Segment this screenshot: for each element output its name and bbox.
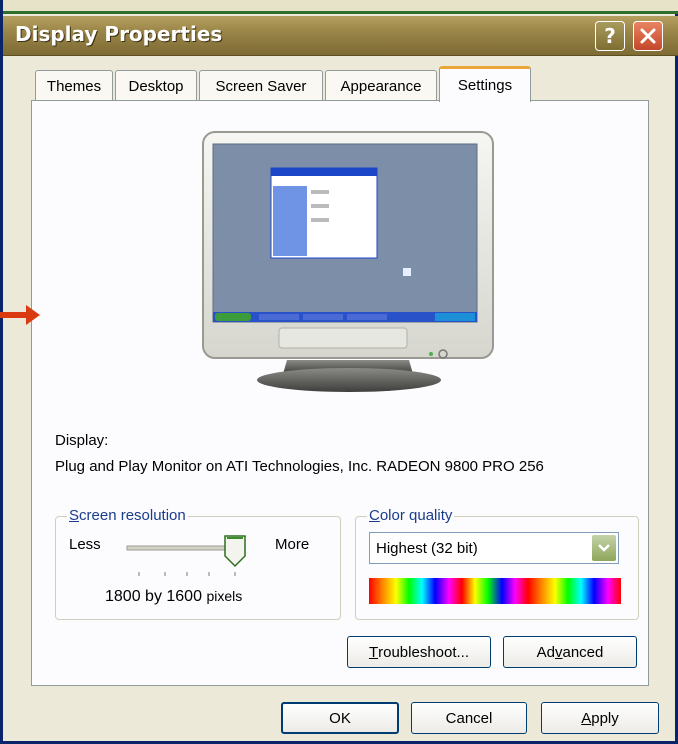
help-icon: ? bbox=[604, 24, 616, 48]
tab-appearance-label: Appearance bbox=[340, 78, 422, 95]
troubleshoot-hotkey: T bbox=[368, 643, 379, 661]
apply-button[interactable]: Apply bbox=[541, 702, 659, 734]
spectrum-swatch bbox=[567, 578, 581, 604]
cancel-button[interactable]: Cancel bbox=[411, 702, 527, 734]
spectrum-swatch bbox=[581, 578, 595, 604]
tab-screen-saver-label: Screen Saver bbox=[215, 78, 307, 95]
color-quality-selected: Highest (32 bit) bbox=[376, 540, 478, 557]
advanced-hotkey: v bbox=[554, 643, 563, 661]
advanced-label-start: Ad bbox=[536, 643, 555, 661]
spectrum-swatch bbox=[594, 578, 608, 604]
spectrum-swatch bbox=[607, 578, 621, 604]
spectrum-swatch bbox=[475, 578, 489, 604]
screen-resolution-title: Screen resolution bbox=[67, 507, 188, 524]
troubleshoot-label: roubleshoot... bbox=[378, 643, 470, 661]
tab-desktop[interactable]: Desktop bbox=[115, 70, 197, 102]
color-quality-title-text: olor quality bbox=[379, 507, 453, 524]
red-arrow-pointer-icon bbox=[0, 305, 40, 325]
close-icon bbox=[640, 28, 656, 44]
dropdown-arrow-button[interactable] bbox=[592, 535, 616, 561]
apply-hotkey: A bbox=[581, 709, 592, 727]
advanced-label-end: anced bbox=[562, 643, 604, 661]
monitor-preview-image bbox=[202, 131, 494, 392]
color-quality-title-hotkey: C bbox=[369, 507, 380, 524]
less-label: Less bbox=[69, 536, 101, 553]
cancel-label: Cancel bbox=[445, 709, 493, 727]
tab-appearance[interactable]: Appearance bbox=[325, 70, 437, 102]
tab-settings[interactable]: Settings bbox=[439, 66, 531, 102]
screen-resolution-title-hotkey: S bbox=[69, 507, 80, 524]
color-quality-title: Color quality bbox=[367, 507, 455, 524]
chevron-down-icon bbox=[598, 544, 610, 552]
tab-themes-label: Themes bbox=[46, 78, 102, 95]
resolution-slider[interactable] bbox=[123, 534, 263, 584]
ok-label: OK bbox=[329, 709, 351, 727]
spectrum-swatch bbox=[395, 578, 409, 604]
color-spectrum-bar bbox=[369, 578, 621, 604]
spectrum-swatch bbox=[528, 578, 542, 604]
tab-themes[interactable]: Themes bbox=[35, 70, 113, 102]
display-label: Display: bbox=[55, 432, 109, 449]
resolution-value: 1800 by 1600 pixels bbox=[105, 588, 242, 606]
close-button[interactable] bbox=[633, 21, 663, 51]
resolution-unit: pixels bbox=[206, 588, 243, 604]
color-quality-select[interactable]: Highest (32 bit) bbox=[369, 532, 619, 564]
window-title: Display Properties bbox=[15, 22, 223, 46]
slider-thumb bbox=[224, 535, 246, 568]
tab-screen-saver[interactable]: Screen Saver bbox=[199, 70, 323, 102]
spectrum-swatch bbox=[422, 578, 436, 604]
spectrum-swatch bbox=[501, 578, 515, 604]
display-device-text: Plug and Play Monitor on ATI Technologie… bbox=[55, 458, 544, 475]
resolution-dimensions: 1800 by 1600 bbox=[105, 588, 202, 605]
spectrum-swatch bbox=[448, 578, 462, 604]
tab-settings-label: Settings bbox=[457, 77, 513, 94]
title-bar[interactable]: Display Properties ? bbox=[3, 16, 678, 56]
spectrum-swatch bbox=[514, 578, 528, 604]
help-button[interactable]: ? bbox=[595, 21, 625, 51]
apply-label: pply bbox=[591, 709, 619, 727]
spectrum-swatch bbox=[488, 578, 502, 604]
ok-button[interactable]: OK bbox=[281, 702, 399, 734]
spectrum-swatch bbox=[369, 578, 383, 604]
spectrum-swatch bbox=[382, 578, 396, 604]
spectrum-swatch bbox=[461, 578, 475, 604]
spectrum-swatch bbox=[554, 578, 568, 604]
troubleshoot-button[interactable]: Troubleshoot... bbox=[347, 636, 491, 668]
spectrum-swatch bbox=[541, 578, 555, 604]
advanced-button[interactable]: Ad v anced bbox=[503, 636, 637, 668]
window-top-strip bbox=[3, 0, 678, 14]
screen-resolution-title-text: creen resolution bbox=[79, 507, 186, 524]
spectrum-swatch bbox=[435, 578, 449, 604]
more-label: More bbox=[275, 536, 310, 553]
tab-desktop-label: Desktop bbox=[128, 78, 184, 95]
slider-ticks bbox=[138, 572, 236, 576]
display-properties-window: Display Properties ? Themes Desktop Scre… bbox=[0, 0, 678, 744]
spectrum-swatch bbox=[408, 578, 422, 604]
